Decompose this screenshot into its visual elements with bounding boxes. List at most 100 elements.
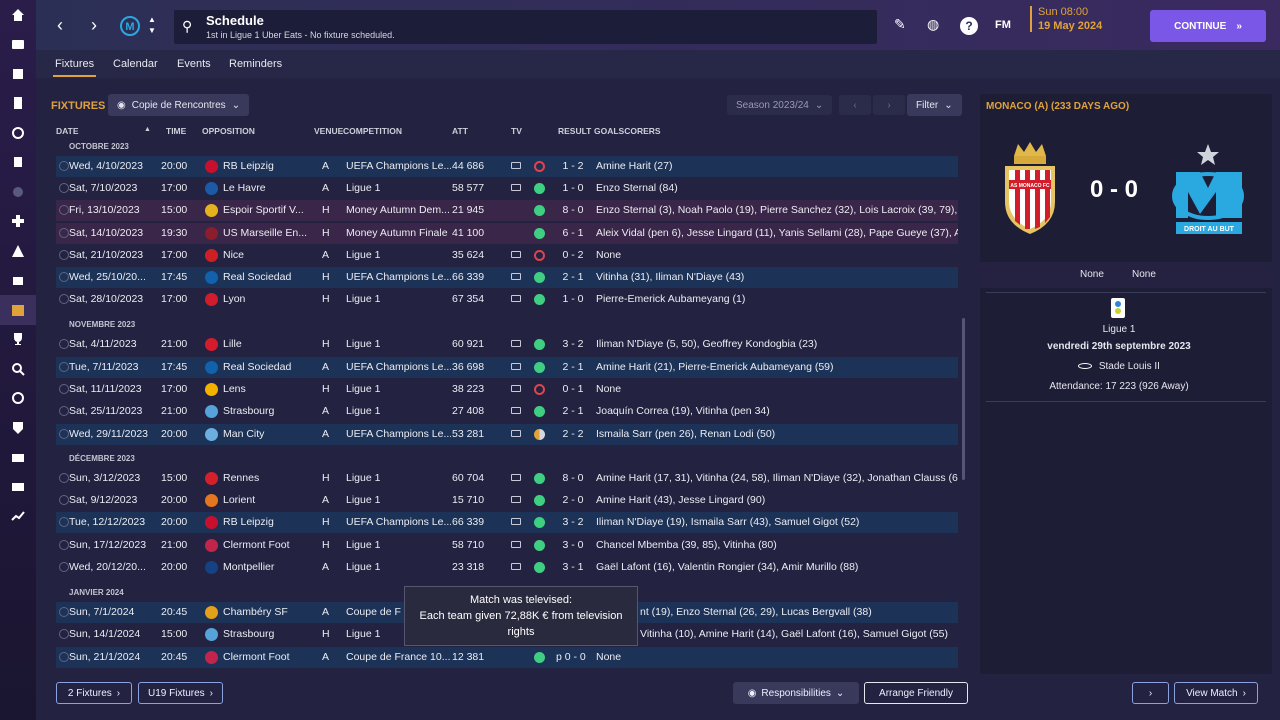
responsibilities-dropdown[interactable]: ◉ Responsibilities ⌄ bbox=[733, 682, 859, 704]
table-scrollbar[interactable] bbox=[962, 318, 965, 480]
table-row[interactable]: Fri, 13/10/2023 15:00 Espoir Sportif V... H… bbox=[56, 200, 958, 221]
club-switch-chevrons-icon[interactable]: ▲ ▼ bbox=[148, 14, 156, 36]
view-match-button[interactable]: View Match › bbox=[1174, 682, 1258, 704]
tv-icon[interactable] bbox=[511, 363, 521, 370]
fixture-result[interactable]: 2 - 0 bbox=[552, 494, 594, 506]
table-row[interactable]: Sun, 3/12/2023 15:00 Rennes H Ligue 1 60 704 8… bbox=[56, 468, 958, 489]
col-tv[interactable]: TV bbox=[511, 126, 522, 136]
fixture-result[interactable]: 2 - 1 bbox=[552, 361, 594, 373]
table-row[interactable]: Sat, 11/11/2023 17:00 Lens H Ligue 1 38 223 0 … bbox=[56, 379, 958, 400]
fixture-opposition[interactable]: US Marseille En... bbox=[223, 227, 307, 239]
fixture-opposition[interactable]: RB Leipzig bbox=[223, 160, 307, 172]
fixture-opposition[interactable]: Clermont Foot bbox=[223, 539, 307, 551]
fixture-result[interactable]: 1 - 0 bbox=[552, 293, 594, 305]
table-row[interactable]: Sun, 21/1/2024 20:45 Clermont Foot A Coupe d… bbox=[56, 647, 958, 668]
table-row[interactable]: Wed, 4/10/2023 20:00 RB Leipzig A UEFA Champ… bbox=[56, 156, 958, 177]
trophy-icon[interactable] bbox=[0, 325, 36, 355]
col-goalscorers[interactable]: GOALSCORERS bbox=[594, 126, 661, 136]
fixture-result[interactable]: 8 - 0 bbox=[552, 472, 594, 484]
table-row[interactable]: Sat, 9/12/2023 20:00 Lorient A Ligue 1 15 710… bbox=[56, 490, 958, 511]
tv-icon[interactable] bbox=[511, 474, 521, 481]
fixture-opposition[interactable]: Lyon bbox=[223, 293, 307, 305]
search-icon[interactable] bbox=[0, 354, 36, 384]
fixture-opposition[interactable]: Montpellier bbox=[223, 561, 307, 573]
fixture-opposition[interactable]: Nice bbox=[223, 249, 307, 261]
fixture-opposition[interactable]: Real Sociedad bbox=[223, 361, 307, 373]
fixture-opposition[interactable]: Strasbourg bbox=[223, 628, 307, 640]
fixture-result[interactable]: 2 - 1 bbox=[552, 405, 594, 417]
home-icon[interactable] bbox=[0, 0, 36, 30]
home-team-crest[interactable]: AS MONACO FC bbox=[1002, 142, 1058, 239]
stats-icon[interactable] bbox=[0, 502, 36, 532]
table-row[interactable]: Sat, 4/11/2023 21:00 Lille H Ligue 1 60 921 3 … bbox=[56, 334, 958, 355]
club-crest-icon[interactable]: M bbox=[120, 14, 140, 38]
tv-icon[interactable] bbox=[511, 407, 521, 414]
fixture-result[interactable]: 3 - 1 bbox=[552, 561, 594, 573]
col-opposition[interactable]: OPPOSITION bbox=[202, 126, 255, 136]
season-dropdown[interactable]: Season 2023/24 ⌄ bbox=[727, 95, 833, 115]
fixture-result[interactable]: 8 - 0 bbox=[552, 204, 594, 216]
fixture-result[interactable]: 2 - 1 bbox=[552, 271, 594, 283]
two-fixtures-button[interactable]: 2 Fixtures › bbox=[56, 682, 132, 704]
filter-button[interactable]: Filter ⌄ bbox=[907, 94, 962, 116]
back-arrow-icon[interactable]: ‹ bbox=[50, 14, 70, 36]
col-competition[interactable]: COMPETITION bbox=[343, 126, 402, 136]
tv-icon[interactable] bbox=[511, 340, 521, 347]
fixture-opposition[interactable]: Real Sociedad bbox=[223, 271, 307, 283]
tv-icon[interactable] bbox=[511, 563, 521, 570]
tab-events[interactable]: Events bbox=[177, 58, 211, 70]
tv-icon[interactable] bbox=[511, 251, 521, 258]
tv-icon[interactable] bbox=[511, 541, 521, 548]
fm-menu-button[interactable]: FM bbox=[995, 19, 1011, 31]
fixture-opposition[interactable]: Lille bbox=[223, 338, 307, 350]
fixture-opposition[interactable]: Strasbourg bbox=[223, 405, 307, 417]
tv-icon[interactable] bbox=[511, 518, 521, 525]
club-info-icon[interactable] bbox=[0, 413, 36, 443]
col-att[interactable]: ATT bbox=[452, 126, 468, 136]
away-team-crest[interactable]: DROIT AU BUT bbox=[1170, 142, 1248, 241]
fixture-result[interactable]: 3 - 2 bbox=[552, 516, 594, 528]
forward-arrow-icon[interactable]: › bbox=[84, 14, 104, 36]
tv-icon[interactable] bbox=[511, 496, 521, 503]
table-row[interactable]: Wed, 25/10/20... 17:45 Real Sociedad H UEFA … bbox=[56, 267, 958, 288]
table-row[interactable]: Wed, 29/11/2023 20:00 Man City A UEFA Champi… bbox=[56, 424, 958, 445]
training-icon[interactable] bbox=[0, 266, 36, 296]
fixture-result[interactable]: 3 - 2 bbox=[552, 338, 594, 350]
table-row[interactable]: Sun, 17/12/2023 21:00 Clermont Foot H Ligue … bbox=[56, 535, 958, 556]
transfers-icon[interactable] bbox=[0, 384, 36, 414]
fixture-result[interactable]: 0 - 1 bbox=[552, 383, 594, 395]
edit-pencil-icon[interactable]: ✎ bbox=[894, 16, 906, 33]
help-icon[interactable]: ? bbox=[960, 17, 978, 35]
fixture-opposition[interactable]: Espoir Sportif V... bbox=[223, 204, 307, 216]
col-result[interactable]: RESULT bbox=[558, 126, 591, 136]
medical-icon[interactable] bbox=[0, 207, 36, 237]
search-icon[interactable]: ⚲ bbox=[182, 18, 192, 35]
table-row[interactable]: Wed, 20/12/20... 20:00 Montpellier A Ligue 1… bbox=[56, 557, 958, 578]
arrange-friendly-button[interactable]: Arrange Friendly bbox=[864, 682, 968, 704]
fixture-result[interactable]: p 0 - 0 bbox=[556, 651, 596, 663]
col-date[interactable]: DATE bbox=[56, 126, 79, 136]
season-next-button[interactable]: › bbox=[873, 95, 905, 115]
tv-icon[interactable] bbox=[511, 162, 521, 169]
fixture-opposition[interactable]: Lorient bbox=[223, 494, 307, 506]
schedule-icon[interactable] bbox=[0, 295, 36, 325]
view-dropdown[interactable]: ◉ Copie de Rencontres ⌄ bbox=[108, 94, 250, 116]
tv-icon[interactable] bbox=[511, 184, 521, 191]
fixture-opposition[interactable]: Rennes bbox=[223, 472, 307, 484]
next-button[interactable]: › bbox=[1132, 682, 1169, 704]
table-row[interactable]: Tue, 12/12/2023 20:00 RB Leipzig H UEFA Cham… bbox=[56, 512, 958, 533]
fixture-opposition[interactable]: RB Leipzig bbox=[223, 516, 307, 528]
clipboard-icon[interactable] bbox=[0, 89, 36, 119]
continue-button[interactable]: CONTINUE » bbox=[1150, 10, 1266, 42]
world-icon[interactable]: ◍ bbox=[927, 16, 939, 33]
u19-fixtures-button[interactable]: U19 Fixtures › bbox=[138, 682, 223, 704]
table-row[interactable]: Sat, 14/10/2023 19:30 US Marseille En... H M… bbox=[56, 223, 958, 244]
scouting-icon[interactable] bbox=[0, 177, 36, 207]
tv-icon[interactable] bbox=[511, 385, 521, 392]
fixture-result[interactable]: 1 - 2 bbox=[552, 160, 594, 172]
tv-icon[interactable] bbox=[511, 430, 521, 437]
inbox-icon[interactable] bbox=[0, 30, 36, 60]
dynamics-icon[interactable] bbox=[0, 118, 36, 148]
fixture-opposition[interactable]: Chambéry SF bbox=[223, 606, 307, 618]
fixture-opposition[interactable]: Man City bbox=[223, 428, 307, 440]
